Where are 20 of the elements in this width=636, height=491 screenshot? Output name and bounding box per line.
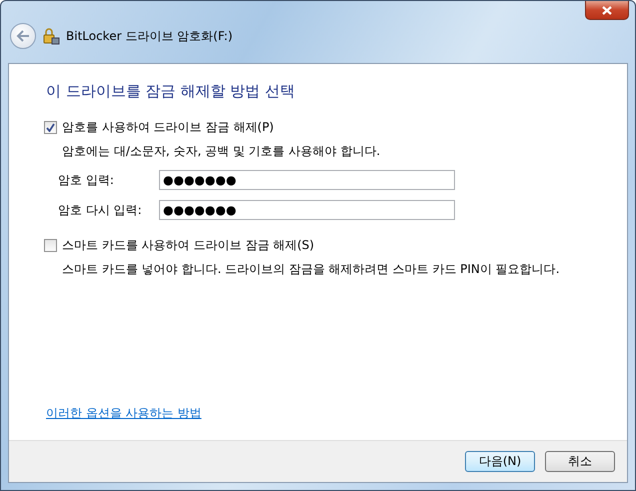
cancel-button[interactable]: 취소 bbox=[545, 451, 615, 472]
checkbox[interactable] bbox=[44, 121, 57, 134]
checkbox[interactable] bbox=[44, 239, 57, 252]
back-arrow-icon bbox=[16, 30, 30, 42]
page-heading: 이 드라이브를 잠금 해제할 방법 선택 bbox=[46, 82, 296, 101]
option-description: 스마트 카드를 넣어야 합니다. 드라이브의 잠금을 해제하려면 스마트 카드 PIN이 필요합니다. bbox=[62, 261, 561, 278]
help-link[interactable]: 이러한 옵션을 사용하는 방법 bbox=[46, 405, 202, 422]
option-description: 암호에는 대/소문자, 숫자, 공백 및 기호를 사용해야 합니다. bbox=[62, 143, 382, 160]
checkbox-label: 암호를 사용하여 드라이브 잠금 해제(P) bbox=[62, 119, 274, 136]
password-field[interactable]: ●●●●●●● bbox=[159, 200, 455, 220]
field-label: 암호 다시 입력: bbox=[58, 202, 143, 218]
checkbox-label: 스마트 카드를 사용하여 드라이브 잠금 해제(S) bbox=[62, 237, 314, 254]
close-icon bbox=[602, 6, 612, 14]
lock-drive-icon bbox=[42, 27, 60, 45]
password-field[interactable]: ●●●●●●● bbox=[159, 170, 455, 190]
close-button[interactable] bbox=[585, 1, 629, 20]
back-button[interactable] bbox=[10, 23, 36, 49]
window-title: BitLocker 드라이브 암호화(F:) bbox=[66, 28, 233, 44]
next-button[interactable]: 다음(N) bbox=[465, 451, 535, 472]
field-label: 암호 입력: bbox=[58, 172, 115, 188]
